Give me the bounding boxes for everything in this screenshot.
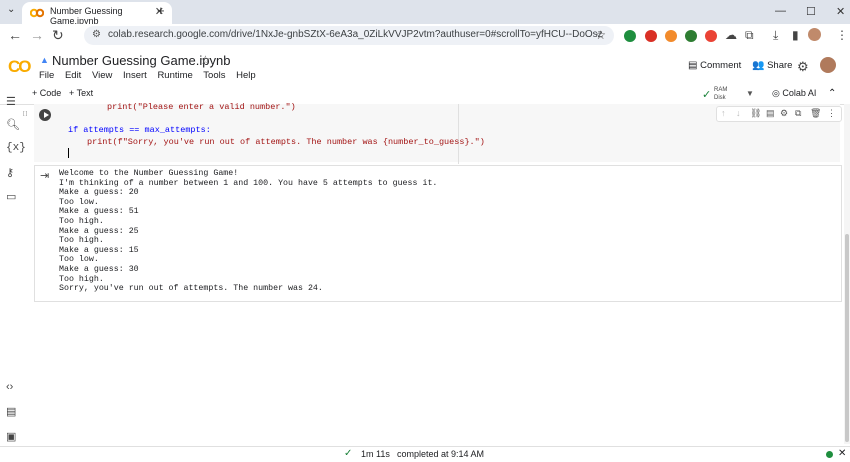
minimize-button[interactable]: — [775, 5, 786, 17]
star-notebook-icon[interactable]: ☆ [200, 53, 211, 67]
back-icon[interactable]: ← [8, 27, 22, 43]
menu-file[interactable]: File [39, 70, 54, 81]
share-people-icon: 👥 [752, 60, 765, 71]
tab-title: Number Guessing Game.ipynb [50, 6, 123, 26]
new-tab-button[interactable]: + [157, 3, 165, 18]
cell-exec-indicator: [ ] [23, 111, 28, 117]
command-palette-icon[interactable]: ▤ [6, 405, 16, 418]
status-completed[interactable]: completed at 9:14 AM [397, 449, 484, 459]
extensions-puzzle-icon[interactable]: ⧉ [745, 28, 754, 43]
menu-bar: File Edit View Insert Runtime Tools Help [39, 70, 264, 81]
table-of-contents-icon[interactable]: ☰ [6, 95, 16, 108]
link-icon[interactable]: ⛓ [750, 108, 761, 119]
output-text: Welcome to the Number Guessing Game! I'm… [59, 169, 438, 294]
run-cell-button[interactable] [39, 109, 51, 121]
terminal-icon[interactable]: ▣ [6, 430, 16, 443]
disk-label: Disk [714, 95, 726, 101]
extension-red-icon[interactable] [645, 30, 657, 42]
comment-icon: ▤ [688, 60, 698, 71]
extension-red-2-icon[interactable] [705, 30, 717, 42]
menu-edit[interactable]: Edit [65, 70, 81, 81]
ram-label: RAM [714, 87, 728, 93]
connected-check-icon: ✓ [702, 89, 712, 101]
secrets-key-icon[interactable]: ⚷ [6, 166, 14, 179]
cell-toolbar: ↑ ↓ ⛓ ▤ ⚙ ⧉ 🗑︎ ⋮ [716, 106, 842, 122]
colab-ai-button[interactable]: ◎ Colab AI [772, 88, 816, 99]
tab-search-chevron-icon[interactable]: ⌄ [7, 4, 15, 15]
side-panel-icon[interactable]: ▮ [792, 28, 799, 42]
code-line-if[interactable]: if attempts == max_attempts: [68, 125, 211, 135]
omnibox[interactable]: ⚙ colab.research.google.com/drive/1NxJe-… [84, 26, 614, 45]
settings-gear-icon[interactable]: ⚙ [797, 59, 809, 75]
bookmark-star-icon[interactable]: ☆ [595, 28, 606, 42]
status-close-icon[interactable]: ✕ [838, 448, 846, 459]
code-line-print-sorry[interactable]: print(f"Sorry, you've run out of attempt… [87, 137, 485, 147]
add-text-button[interactable]: + Text [69, 88, 93, 98]
collapse-header-icon[interactable]: ⌃ [828, 88, 836, 99]
runtime-dropdown-icon[interactable]: ▼ [746, 89, 754, 98]
search-icon[interactable]: 🔍︎ [6, 118, 20, 131]
files-folder-icon[interactable]: ▭ [6, 190, 16, 203]
status-connected-dot [826, 451, 833, 458]
reload-icon[interactable]: ↻ [52, 27, 64, 44]
extension-green-icon[interactable] [685, 30, 697, 42]
browser-menu-icon[interactable]: ⋮ [836, 28, 848, 42]
cell-settings-icon[interactable]: ⚙ [780, 108, 788, 119]
colab-logo[interactable]: CO [8, 57, 31, 77]
cell-more-icon[interactable]: ⋮ [827, 108, 836, 119]
maximize-button[interactable]: ☐ [806, 5, 816, 18]
move-up-icon[interactable]: ↑ [721, 108, 726, 118]
text-cursor [68, 148, 69, 158]
move-down-icon[interactable]: ↓ [736, 108, 741, 118]
user-avatar[interactable] [820, 57, 836, 73]
comment-label: Comment [700, 60, 742, 71]
delete-cell-icon[interactable]: 🗑︎ [810, 108, 821, 119]
site-info-icon[interactable]: ⚙ [92, 29, 101, 40]
mirror-cell-icon[interactable]: ⧉ [795, 108, 801, 119]
scrollbar-thumb[interactable] [845, 234, 849, 442]
menu-insert[interactable]: Insert [123, 70, 147, 81]
share-label: Share [767, 60, 793, 71]
comment-button[interactable]: ▤ Comment [688, 60, 741, 71]
variables-icon[interactable]: {x} [6, 142, 26, 154]
extension-orange-icon[interactable] [665, 30, 677, 42]
code-line-print-valid[interactable]: print("Please enter a valid number.") [107, 102, 296, 112]
code-snippets-icon[interactable]: ‹› [6, 381, 13, 393]
close-window-button[interactable]: ✕ [836, 5, 845, 18]
menu-runtime[interactable]: Runtime [157, 70, 192, 81]
comment-cell-icon[interactable]: ▤ [766, 108, 775, 119]
extension-off-icon[interactable]: ☁ [725, 28, 737, 42]
colab-ai-label: Colab AI [782, 88, 817, 98]
drive-icon[interactable]: ▲ [40, 55, 49, 65]
download-icon[interactable]: ⤓ [773, 28, 778, 43]
cell-divider [458, 104, 459, 164]
menu-view[interactable]: View [92, 70, 112, 81]
forward-icon[interactable]: → [30, 27, 44, 43]
share-button[interactable]: 👥 Share [752, 60, 792, 71]
status-check-icon: ✓ [344, 448, 353, 459]
browser-tab[interactable]: Number Guessing Game.ipynb ✕ [22, 2, 172, 26]
url-text[interactable]: colab.research.google.com/drive/1NxJe-gn… [108, 29, 603, 40]
output-actions-icon[interactable]: ⇥ [40, 169, 49, 182]
add-code-button[interactable]: + Code [32, 88, 61, 98]
ram-disk-indicator[interactable]: RAM Disk [714, 86, 727, 102]
menu-tools[interactable]: Tools [203, 70, 225, 81]
colab-favicon-icon [29, 7, 45, 18]
extension-grammarly-icon[interactable] [624, 30, 636, 42]
menu-help[interactable]: Help [236, 70, 256, 81]
status-duration: 1m 11s [361, 449, 390, 459]
colab-ai-icon: ◎ [772, 88, 780, 98]
browser-profile-avatar[interactable] [808, 28, 821, 41]
